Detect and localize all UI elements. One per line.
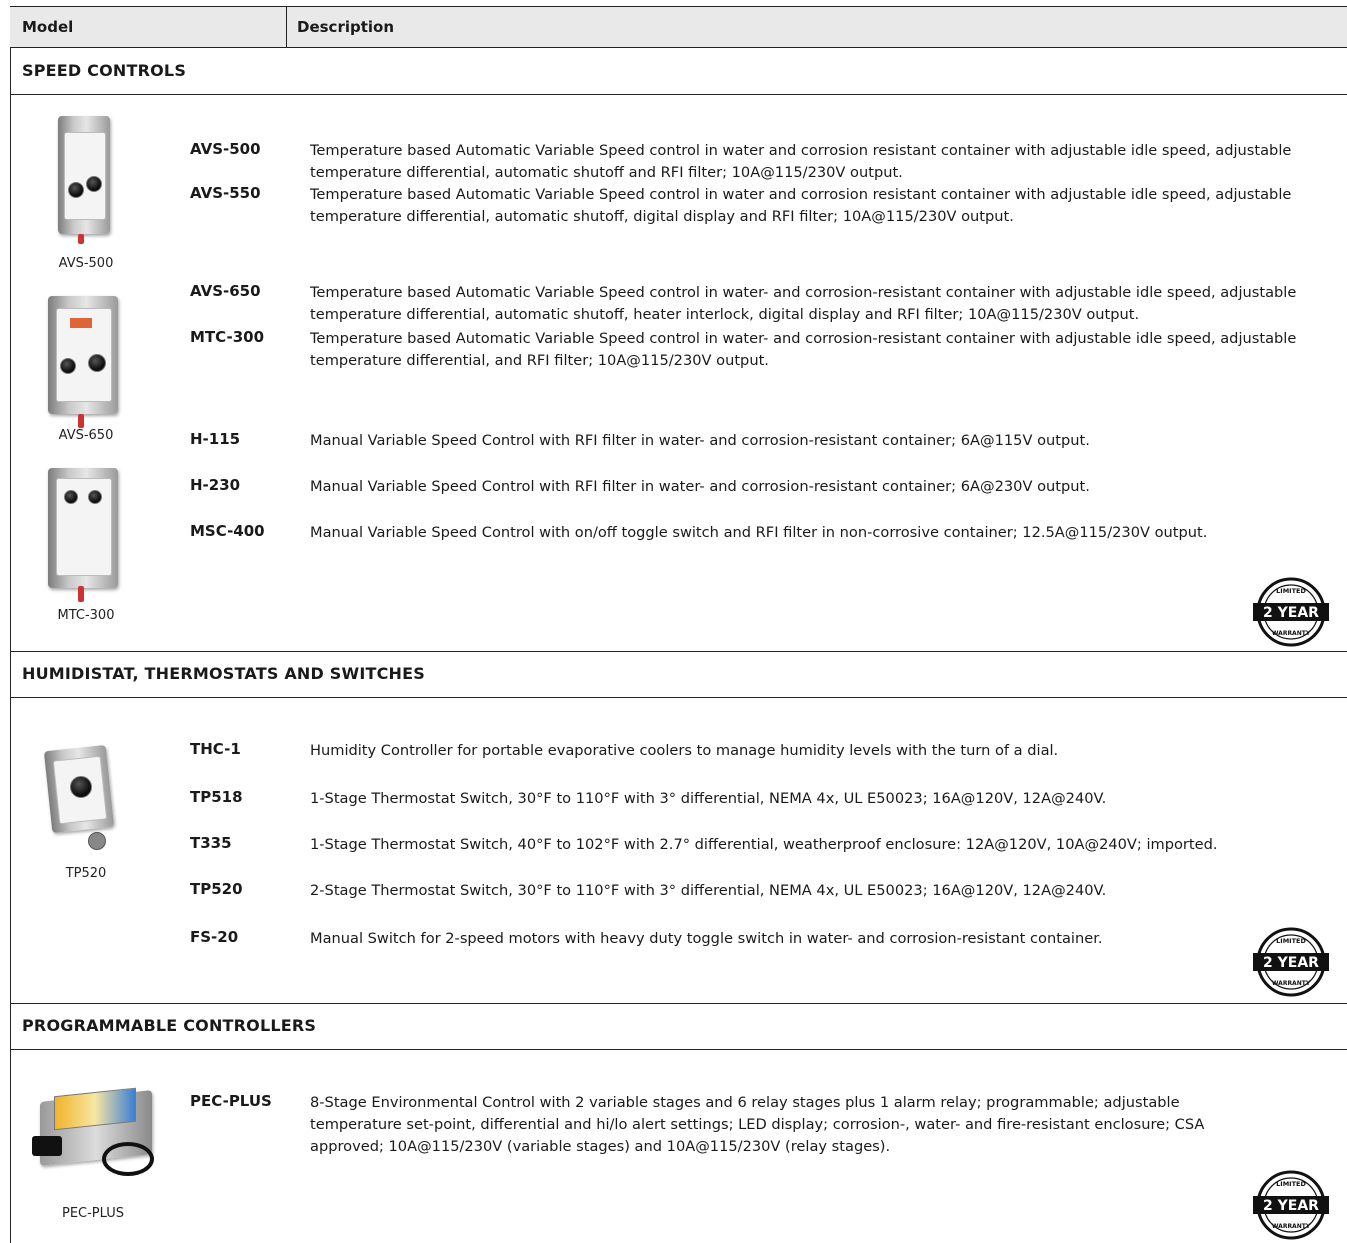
model-description: 1-Stage Thermostat Switch, 40°F to 102°F… <box>310 836 1218 853</box>
badge-top-text: LIMITED <box>1276 937 1306 945</box>
section-humidistat: HUMIDISTAT, THERMOSTATS AND SWITCHES <box>10 651 1347 698</box>
section-title: PROGRAMMABLE CONTROLLERS <box>22 1016 317 1035</box>
model-description: Temperature based Automatic Variable Spe… <box>310 142 1292 181</box>
model-description: Temperature based Automatic Variable Spe… <box>310 186 1292 225</box>
model-code: H-115 <box>190 430 241 448</box>
product-image-tp520: TP520 <box>43 740 148 890</box>
section-title: HUMIDISTAT, THERMOSTATS AND SWITCHES <box>22 664 425 683</box>
image-caption: TP520 <box>65 866 107 881</box>
model-code: FS-20 <box>190 928 239 946</box>
model-description: Manual Variable Speed Control with RFI f… <box>310 478 1090 495</box>
badge-bottom-text: WARRANTY <box>1272 1223 1311 1230</box>
model-description: Manual Switch for 2-speed motors with he… <box>310 930 1103 947</box>
image-caption: AVS-500 <box>58 256 114 271</box>
model-description: 1-Stage Thermostat Switch, 30°F to 110°F… <box>310 790 1107 807</box>
product-table: Model Description SPEED CONTROLS AVS-500… <box>10 6 1347 1243</box>
image-caption: MTC-300 <box>57 608 115 623</box>
model-code: MSC-400 <box>190 522 265 540</box>
model-code: MTC-300 <box>190 328 265 346</box>
model-description: Temperature based Automatic Variable Spe… <box>310 284 1297 323</box>
section-speed-controls: SPEED CONTROLS <box>10 48 1347 95</box>
table-header: Model Description <box>10 6 1347 48</box>
badge-bottom-text: WARRANTY <box>1272 630 1311 637</box>
product-image-avs-650: AVS-650 <box>48 296 148 456</box>
model-description: Humidity Controller for portable evapora… <box>310 742 1059 759</box>
section-programmable-controllers: PROGRAMMABLE CONTROLLERS <box>10 1003 1347 1050</box>
warranty-badge-icon: LIMITED 2 YEAR WARRANTY <box>1253 577 1329 647</box>
header-model: Model <box>22 18 74 36</box>
badge-main-text: 2 YEAR <box>1263 605 1319 621</box>
product-image-pec-plus: PEC-PLUS <box>32 1087 162 1230</box>
badge-top-text: LIMITED <box>1276 1180 1306 1188</box>
model-description: 8-Stage Environmental Control with 2 var… <box>310 1094 1205 1155</box>
model-code: H-230 <box>190 476 241 494</box>
warranty-badge-icon: LIMITED 2 YEAR WARRANTY <box>1253 927 1329 997</box>
header-description: Description <box>297 18 395 36</box>
badge-main-text: 2 YEAR <box>1263 1198 1319 1214</box>
model-code: TP518 <box>190 788 243 806</box>
model-code: AVS-500 <box>190 140 261 158</box>
model-code: T335 <box>190 834 232 852</box>
model-description: Manual Variable Speed Control with RFI f… <box>310 432 1090 449</box>
model-code: THC-1 <box>190 740 241 758</box>
badge-main-text: 2 YEAR <box>1263 955 1319 971</box>
model-code: PEC-PLUS <box>190 1092 272 1110</box>
badge-bottom-text: WARRANTY <box>1272 980 1311 987</box>
badge-top-text: LIMITED <box>1276 587 1306 595</box>
model-code: AVS-650 <box>190 282 261 300</box>
section-title: SPEED CONTROLS <box>22 61 187 80</box>
model-description: 2-Stage Thermostat Switch, 30°F to 110°F… <box>310 882 1107 899</box>
image-caption: AVS-650 <box>58 428 114 443</box>
product-image-mtc-300: MTC-300 <box>48 468 148 628</box>
product-image-avs-500: AVS-500 <box>48 114 148 274</box>
model-code: AVS-550 <box>190 184 261 202</box>
warranty-badge-icon: LIMITED 2 YEAR WARRANTY <box>1253 1170 1329 1240</box>
model-description: Temperature based Automatic Variable Spe… <box>310 330 1297 369</box>
image-caption: PEC-PLUS <box>61 1206 125 1221</box>
header-divider <box>286 7 287 47</box>
model-description: Manual Variable Speed Control with on/of… <box>310 524 1208 541</box>
model-code: TP520 <box>190 880 243 898</box>
